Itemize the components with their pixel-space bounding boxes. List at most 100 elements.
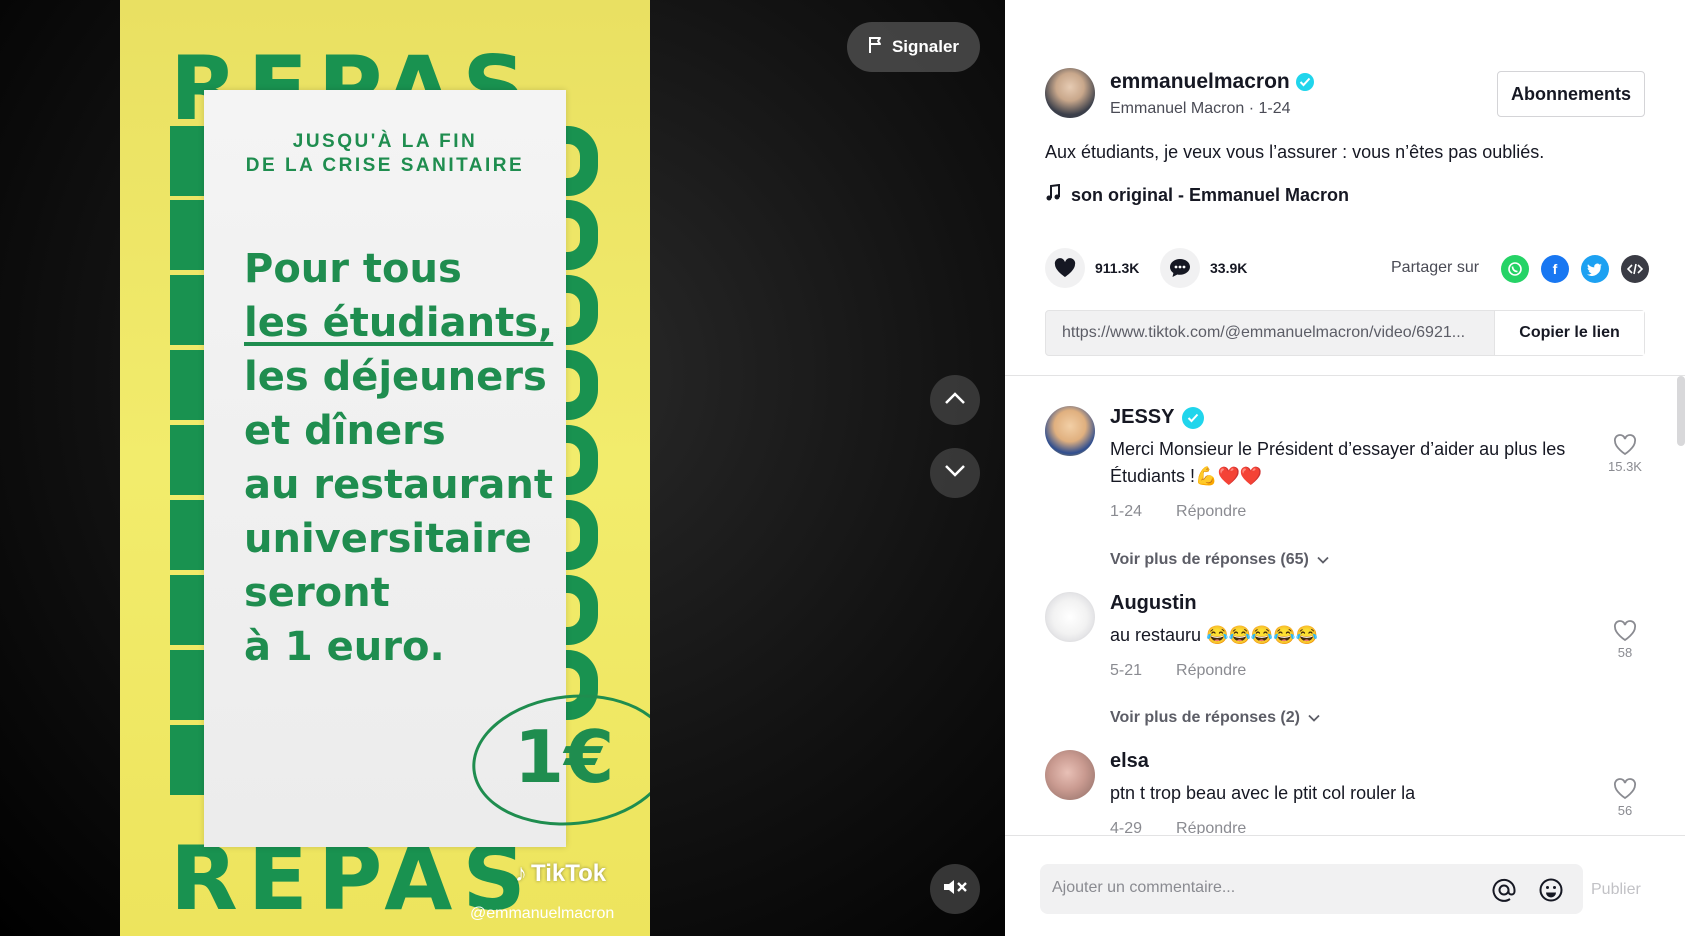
author-username[interactable]: emmanuelmacron [1110, 70, 1314, 94]
card-line: les étudiants, [244, 300, 554, 346]
comment-meta: 4-29 Répondre [1110, 820, 1246, 834]
comment-date: 1-24 [1110, 503, 1143, 520]
chevron-down-icon [944, 464, 966, 483]
reply-button[interactable]: Répondre [1176, 820, 1246, 834]
repas-letter-s [562, 425, 598, 495]
flag-icon [868, 36, 884, 59]
repas-letter-s [562, 350, 598, 420]
chevron-down-icon [1317, 556, 1329, 564]
repas-letter-f [170, 575, 234, 645]
music-title: son original - Emmanuel Macron [1071, 185, 1350, 205]
watermark-text: TikTok [531, 860, 607, 887]
repas-letter-f [170, 350, 234, 420]
video-stage: REPAS REPAS JUSQU'À LA FIN DE LA CRISE S… [0, 0, 1005, 936]
comment-input[interactable]: Ajouter un commentaire... [1040, 864, 1583, 914]
avatar[interactable] [1045, 406, 1095, 456]
like-count: 911.3K [1095, 260, 1140, 276]
card-message: Pour tous les étudiants, les déjeuners e… [244, 242, 564, 674]
next-video-button[interactable] [930, 448, 980, 498]
mention-icon[interactable] [1490, 876, 1518, 904]
details-panel: emmanuelmacron Emmanuel Macron · 1-24 Ab… [1005, 0, 1685, 936]
comment-text: Merci Monsieur le Président d’essayer d’… [1110, 439, 1566, 486]
comment-text: au restauru 😂😂😂😂😂 [1110, 625, 1319, 645]
comment-username-text: Augustin [1110, 592, 1197, 614]
heart-outline-icon [1614, 778, 1636, 800]
mute-button[interactable] [930, 864, 980, 914]
comment-like[interactable]: 58 [1605, 620, 1645, 660]
comment-username[interactable]: Augustin [1110, 592, 1197, 615]
info-card: JUSQU'À LA FIN DE LA CRISE SANITAIRE Pou… [204, 90, 650, 847]
repas-letter-f [170, 650, 234, 720]
card-line: Pour tous [244, 246, 462, 292]
video-url[interactable]: https://www.tiktok.com/@emmanuelmacron/v… [1062, 324, 1492, 342]
music-note-icon [1045, 183, 1061, 207]
comment-item: elsa ptn t trop beau avec le ptit col ro… [1045, 750, 1665, 834]
publish-button[interactable]: Publier [1591, 881, 1641, 899]
comment-stat[interactable]: 33.9K [1160, 248, 1247, 288]
comment-placeholder: Ajouter un commentaire... [1052, 879, 1236, 896]
author-display-name: Emmanuel Macron · 1-24 [1110, 100, 1291, 117]
previous-video-button[interactable] [930, 375, 980, 425]
avatar[interactable] [1045, 750, 1095, 800]
comment-date: 4-29 [1110, 820, 1143, 834]
card-heading: JUSQU'À LA FIN DE LA CRISE SANITAIRE [245, 131, 525, 176]
repas-letter-s [562, 275, 598, 345]
repas-letter-f [170, 126, 234, 196]
video-player[interactable]: REPAS REPAS JUSQU'À LA FIN DE LA CRISE S… [120, 0, 650, 936]
card-line: à 1 euro. [244, 624, 445, 670]
repas-letter-f [170, 500, 234, 570]
comment-like-count: 56 [1617, 803, 1633, 818]
comment-list[interactable]: JESSY Merci Monsieur le Président d’essa… [1005, 376, 1685, 834]
euro-badge: 1€ [514, 715, 615, 799]
comment-meta: 1-24 Répondre [1110, 503, 1246, 521]
repas-letter-f [170, 200, 234, 270]
comment-item: Augustin au restauru 😂😂😂😂😂 5-21 Répondre… [1045, 592, 1665, 712]
repas-letter-f [170, 725, 234, 795]
repas-letter-s [562, 200, 598, 270]
repas-letter-s [562, 575, 598, 645]
comment-username-text: JESSY [1110, 406, 1175, 428]
scrollbar[interactable] [1677, 376, 1685, 446]
video-caption: Aux étudiants, je veux vous l’assurer : … [1045, 142, 1545, 162]
card-line: au restaurant [244, 462, 553, 508]
embed-icon[interactable] [1621, 255, 1649, 283]
repas-letter-s [562, 500, 598, 570]
heart-outline-icon [1614, 620, 1636, 642]
repas-letter-f [170, 275, 234, 345]
share-label: Partager sur [1391, 259, 1480, 276]
tiktok-video-page: REPAS REPAS JUSQU'À LA FIN DE LA CRISE S… [0, 0, 1685, 936]
music-link[interactable]: son original - Emmanuel Macron [1045, 183, 1350, 207]
report-button[interactable]: Signaler [847, 22, 980, 72]
facebook-icon[interactable]: f [1541, 255, 1569, 283]
like-stat[interactable]: 911.3K [1045, 248, 1139, 288]
avatar[interactable] [1045, 592, 1095, 642]
repas-letter-s [562, 126, 598, 196]
view-more-label: Voir plus de réponses (2) [1110, 709, 1300, 726]
reply-button[interactable]: Répondre [1176, 662, 1246, 680]
emoji-icon[interactable] [1537, 876, 1565, 904]
chevron-down-icon [1308, 714, 1320, 722]
video-link-box[interactable]: https://www.tiktok.com/@emmanuelmacron/v… [1045, 310, 1645, 356]
repas-letter-f [170, 425, 234, 495]
tiktok-watermark: ♪ TikTok [515, 860, 606, 888]
comment-icon [1160, 248, 1200, 288]
comment-username[interactable]: elsa [1110, 750, 1149, 773]
card-line: et dîners [244, 408, 446, 454]
author-avatar[interactable] [1045, 68, 1095, 118]
card-line: seront [244, 570, 390, 616]
whatsapp-icon[interactable] [1501, 255, 1529, 283]
view-more-replies[interactable]: Voir plus de réponses (2) [1110, 709, 1320, 727]
comment-like[interactable]: 15.3K [1605, 434, 1645, 474]
copy-link-button[interactable]: Copier le lien [1494, 311, 1644, 355]
reply-button[interactable]: Répondre [1176, 503, 1246, 521]
twitter-icon[interactable] [1581, 255, 1609, 283]
follow-button[interactable]: Abonnements [1497, 71, 1645, 117]
comment-like[interactable]: 56 [1605, 778, 1645, 818]
view-more-replies[interactable]: Voir plus de réponses (65) [1110, 551, 1329, 569]
mute-icon [942, 877, 968, 902]
comment-date: 5-21 [1110, 662, 1143, 679]
report-label: Signaler [891, 37, 960, 56]
comment-username[interactable]: JESSY [1110, 406, 1205, 429]
comment-meta: 5-21 Répondre [1110, 662, 1246, 680]
comment-like-count: 58 [1617, 645, 1633, 660]
